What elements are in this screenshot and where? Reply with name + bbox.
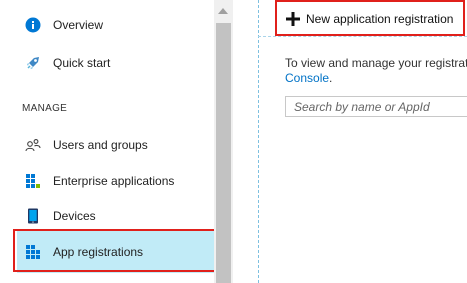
device-icon: [25, 208, 41, 224]
sidebar-item-label: Overview: [53, 18, 104, 32]
pane-divider: [258, 0, 259, 283]
toolbar-divider: [258, 36, 467, 37]
sidebar-item-label: App registrations: [53, 245, 144, 259]
sidebar: Overview Quick start MANAGE Users and gr…: [0, 0, 223, 283]
rocket-icon: [25, 55, 41, 71]
info-text-period: .: [329, 71, 333, 85]
sidebar-item-overview[interactable]: Overview: [17, 8, 214, 42]
search-input[interactable]: [286, 97, 467, 116]
new-application-registration-label: New application registration: [306, 11, 454, 26]
sidebar-item-devices[interactable]: Devices: [17, 199, 214, 233]
console-link[interactable]: Console: [285, 71, 329, 85]
app-registrations-icon: [25, 244, 41, 260]
apps-grid-icon: [25, 173, 41, 189]
info-text-line: To view and manage your registrati: [285, 56, 467, 70]
sidebar-item-label: Devices: [53, 209, 96, 223]
scroll-up-arrow-icon[interactable]: [218, 8, 228, 14]
new-application-registration-button[interactable]: New application registration: [277, 2, 464, 35]
info-icon: [25, 17, 41, 33]
info-text: To view and manage your registrati Conso…: [285, 56, 467, 86]
sidebar-item-enterprise-applications[interactable]: Enterprise applications: [17, 164, 214, 198]
sidebar-item-users-and-groups[interactable]: Users and groups: [17, 128, 214, 162]
sidebar-item-quick-start[interactable]: Quick start: [17, 46, 214, 80]
section-label-manage: MANAGE: [22, 103, 68, 114]
sidebar-scrollbar[interactable]: [214, 0, 233, 283]
sidebar-item-label: Enterprise applications: [53, 174, 175, 188]
sidebar-item-app-registrations[interactable]: App registrations: [17, 231, 214, 273]
search-box[interactable]: [285, 96, 467, 117]
plus-icon: [285, 11, 301, 27]
sidebar-item-label: Quick start: [53, 56, 111, 70]
sidebar-item-label: Users and groups: [53, 138, 148, 152]
scrollbar-thumb[interactable]: [216, 23, 231, 283]
users-icon: [25, 137, 41, 153]
